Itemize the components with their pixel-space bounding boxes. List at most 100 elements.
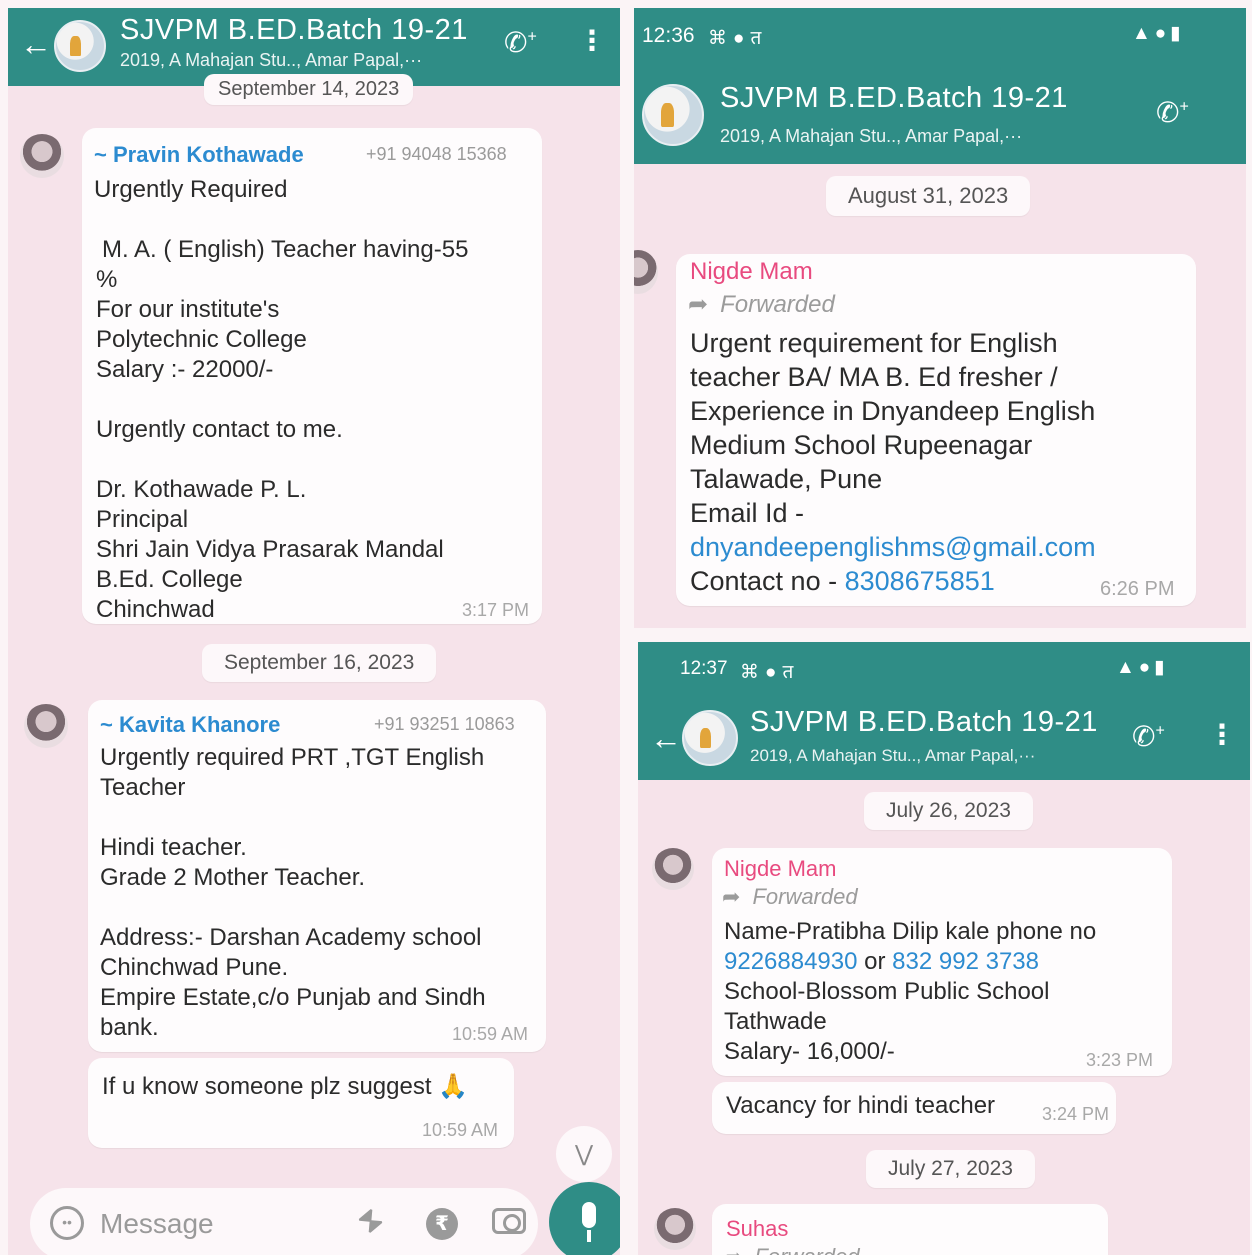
message-input[interactable]: Message: [100, 1208, 214, 1240]
forwarded-label: ➦ Forwarded: [722, 884, 858, 910]
kebab-menu-icon[interactable]: ⋮: [578, 24, 606, 57]
message-line: Salary- 16,000/-: [724, 1038, 895, 1065]
message-line: Urgently contact to me.: [96, 416, 343, 443]
message-line: M. A. ( English) Teacher having-55: [102, 236, 469, 263]
message-line: Address:- Darshan Academy school: [100, 924, 482, 951]
message-composer[interactable]: •• Message ⧗ ₹: [30, 1188, 538, 1255]
add-call-icon[interactable]: ✆+: [504, 26, 537, 59]
group-subtitle[interactable]: 2019, A Mahajan Stu.., Amar Papal,···: [750, 746, 1035, 766]
forwarded-label: ➦ Forwarded: [724, 1244, 860, 1255]
sender-name[interactable]: Nigde Mam: [724, 856, 836, 882]
message-bubble[interactable]: Nigde Mam ➦ Forwarded Name-Pratibha Dilip…: [712, 848, 1172, 1076]
double-chevron-down-icon[interactable]: ⋁: [556, 1126, 612, 1182]
message-bubble[interactable]: Vacancy for hindi teacher 3:24 PM: [712, 1082, 1116, 1134]
group-subtitle[interactable]: 2019, A Mahajan Stu.., Amar Papal,···: [120, 50, 422, 71]
group-subtitle[interactable]: 2019, A Mahajan Stu.., Amar Papal,···: [720, 126, 1022, 147]
message-line: 9226884930 or 832 992 3738: [724, 948, 1039, 976]
chat-panel-left: ← SJVPM B.ED.Batch 19-21 2019, A Mahajan…: [8, 8, 620, 1255]
paperclip-icon[interactable]: ⧗: [352, 1201, 390, 1241]
sender-name[interactable]: ~ Kavita Khanore: [100, 712, 280, 738]
message-line: Urgently required PRT ,TGT English: [100, 744, 485, 771]
add-call-icon[interactable]: ✆+: [1156, 96, 1189, 129]
sender-avatar[interactable]: [652, 848, 694, 890]
message-bubble[interactable]: Nigde Mam ➦ Forwarded Urgent requirement …: [676, 254, 1196, 606]
message-time: 10:59 AM: [422, 1120, 499, 1140]
date-separator: July 27, 2023: [866, 1150, 1035, 1188]
microphone-icon[interactable]: [549, 1182, 620, 1255]
message-bubble[interactable]: Suhas ➦ Forwarded: [712, 1204, 1108, 1255]
arrow-left-icon[interactable]: ←: [20, 28, 52, 60]
status-and-header: 12:37 ⌘●त ▲●▮ ← SJVPM B.ED.Batch 19-21 2…: [638, 642, 1250, 780]
forward-arrow-icon: ➦: [724, 1244, 742, 1255]
phone-link[interactable]: 8308675851: [845, 566, 995, 596]
or-text: or: [857, 948, 893, 975]
message-line: Contact no - 8308675851: [690, 566, 995, 597]
message-line: Teacher: [100, 774, 186, 801]
forwarded-text: Forwarded: [720, 291, 835, 318]
forwarded-label: ➦ Forwarded: [688, 290, 835, 319]
sender-avatar[interactable]: [634, 250, 658, 294]
date-separator: September 14, 2023: [204, 74, 414, 105]
forwarded-text: Forwarded: [754, 1244, 859, 1255]
message-line: Salary :- 22000/-: [96, 356, 274, 383]
group-title[interactable]: SJVPM B.ED.Batch 19-21: [720, 82, 1068, 115]
kebab-menu-icon[interactable]: ⋮: [1208, 718, 1236, 751]
message-line: Chinchwad: [96, 596, 215, 623]
email-link[interactable]: dnyandeepenglishms@gmail.com: [690, 532, 1096, 563]
group-title[interactable]: SJVPM B.ED.Batch 19-21: [750, 706, 1098, 739]
sender-name[interactable]: Nigde Mam: [690, 258, 813, 286]
message-line: Hindi teacher.: [100, 834, 247, 861]
message-line: Email Id -: [690, 498, 805, 528]
arrow-left-icon[interactable]: ←: [650, 722, 682, 754]
forwarded-text: Forwarded: [752, 884, 858, 909]
sender-name[interactable]: Suhas: [726, 1216, 788, 1242]
date-separator: August 31, 2023: [826, 176, 1031, 216]
sender-avatar[interactable]: [24, 704, 68, 748]
message-line: If u know someone plz suggest 🙏: [102, 1073, 469, 1100]
message-line: teacher BA/ MA B. Ed fresher /: [690, 362, 1058, 392]
message-line: Name-Pratibha Dilip kale phone no: [724, 918, 1097, 945]
message-line: Urgent requirement for English: [690, 328, 1058, 358]
status-icons: ⌘●त: [740, 662, 800, 683]
message-line: Vacancy for hindi teacher: [726, 1092, 996, 1119]
message-bubble[interactable]: ~ Pravin Kothawade +91 94048 15368 Urgen…: [82, 128, 542, 624]
message-time: 10:59 AM: [452, 1024, 529, 1044]
phone-link[interactable]: 832 992 3738: [892, 948, 1039, 975]
sender-phone: +91 94048 15368: [366, 144, 507, 164]
message-line: Tathwade: [724, 1008, 827, 1035]
group-avatar[interactable]: [682, 710, 738, 766]
chat-panel-top-right: 12:36 ⌘●त ▲●▮ SJVPM B.ED.Batch 19-21 201…: [634, 8, 1246, 628]
camera-icon[interactable]: [492, 1208, 526, 1234]
sender-avatar[interactable]: [20, 134, 64, 178]
group-title[interactable]: SJVPM B.ED.Batch 19-21: [120, 14, 468, 47]
emoji-icon[interactable]: ••: [50, 1206, 84, 1240]
sender-name[interactable]: ~ Pravin Kothawade: [94, 142, 304, 168]
phone-link[interactable]: 9226884930: [724, 948, 857, 975]
status-time: 12:37: [680, 658, 728, 679]
contact-label: Contact no -: [690, 566, 845, 596]
message-time: 3:23 PM: [1086, 1050, 1154, 1070]
message-line: Principal: [96, 506, 189, 533]
chat-panel-bottom-right: 12:37 ⌘●त ▲●▮ ← SJVPM B.ED.Batch 19-21 2…: [638, 642, 1250, 1255]
message-line: Talawade, Pune: [690, 464, 883, 494]
message-line: Chinchwad Pune.: [100, 954, 289, 981]
message-line: Grade 2 Mother Teacher.: [100, 864, 366, 891]
group-avatar[interactable]: [642, 84, 704, 146]
message-line: B.Ed. College: [96, 566, 243, 593]
message-line: Medium School Rupeenagar: [690, 430, 1033, 460]
sender-phone: +91 93251 10863: [374, 714, 515, 734]
status-and-header: 12:36 ⌘●त ▲●▮ SJVPM B.ED.Batch 19-21 201…: [634, 8, 1246, 164]
message-line: Dr. Kothawade P. L.: [96, 476, 307, 503]
message-time: 3:24 PM: [1042, 1104, 1110, 1124]
message-line: %: [96, 266, 118, 293]
sender-avatar[interactable]: [654, 1208, 696, 1250]
message-line: Experience in Dnyandeep English: [690, 396, 1096, 426]
message-line: Shri Jain Vidya Prasarak Mandal: [96, 536, 444, 563]
forward-arrow-icon: ➦: [688, 291, 709, 318]
add-call-icon[interactable]: ✆+: [1132, 720, 1165, 753]
rupee-icon[interactable]: ₹: [426, 1208, 458, 1240]
message-bubble[interactable]: ~ Kavita Khanore +91 93251 10863 Urgentl…: [88, 700, 546, 1052]
forward-arrow-icon: ➦: [722, 884, 741, 909]
group-avatar[interactable]: [54, 20, 106, 72]
message-bubble[interactable]: If u know someone plz suggest 🙏 10:59 AM: [88, 1058, 514, 1148]
